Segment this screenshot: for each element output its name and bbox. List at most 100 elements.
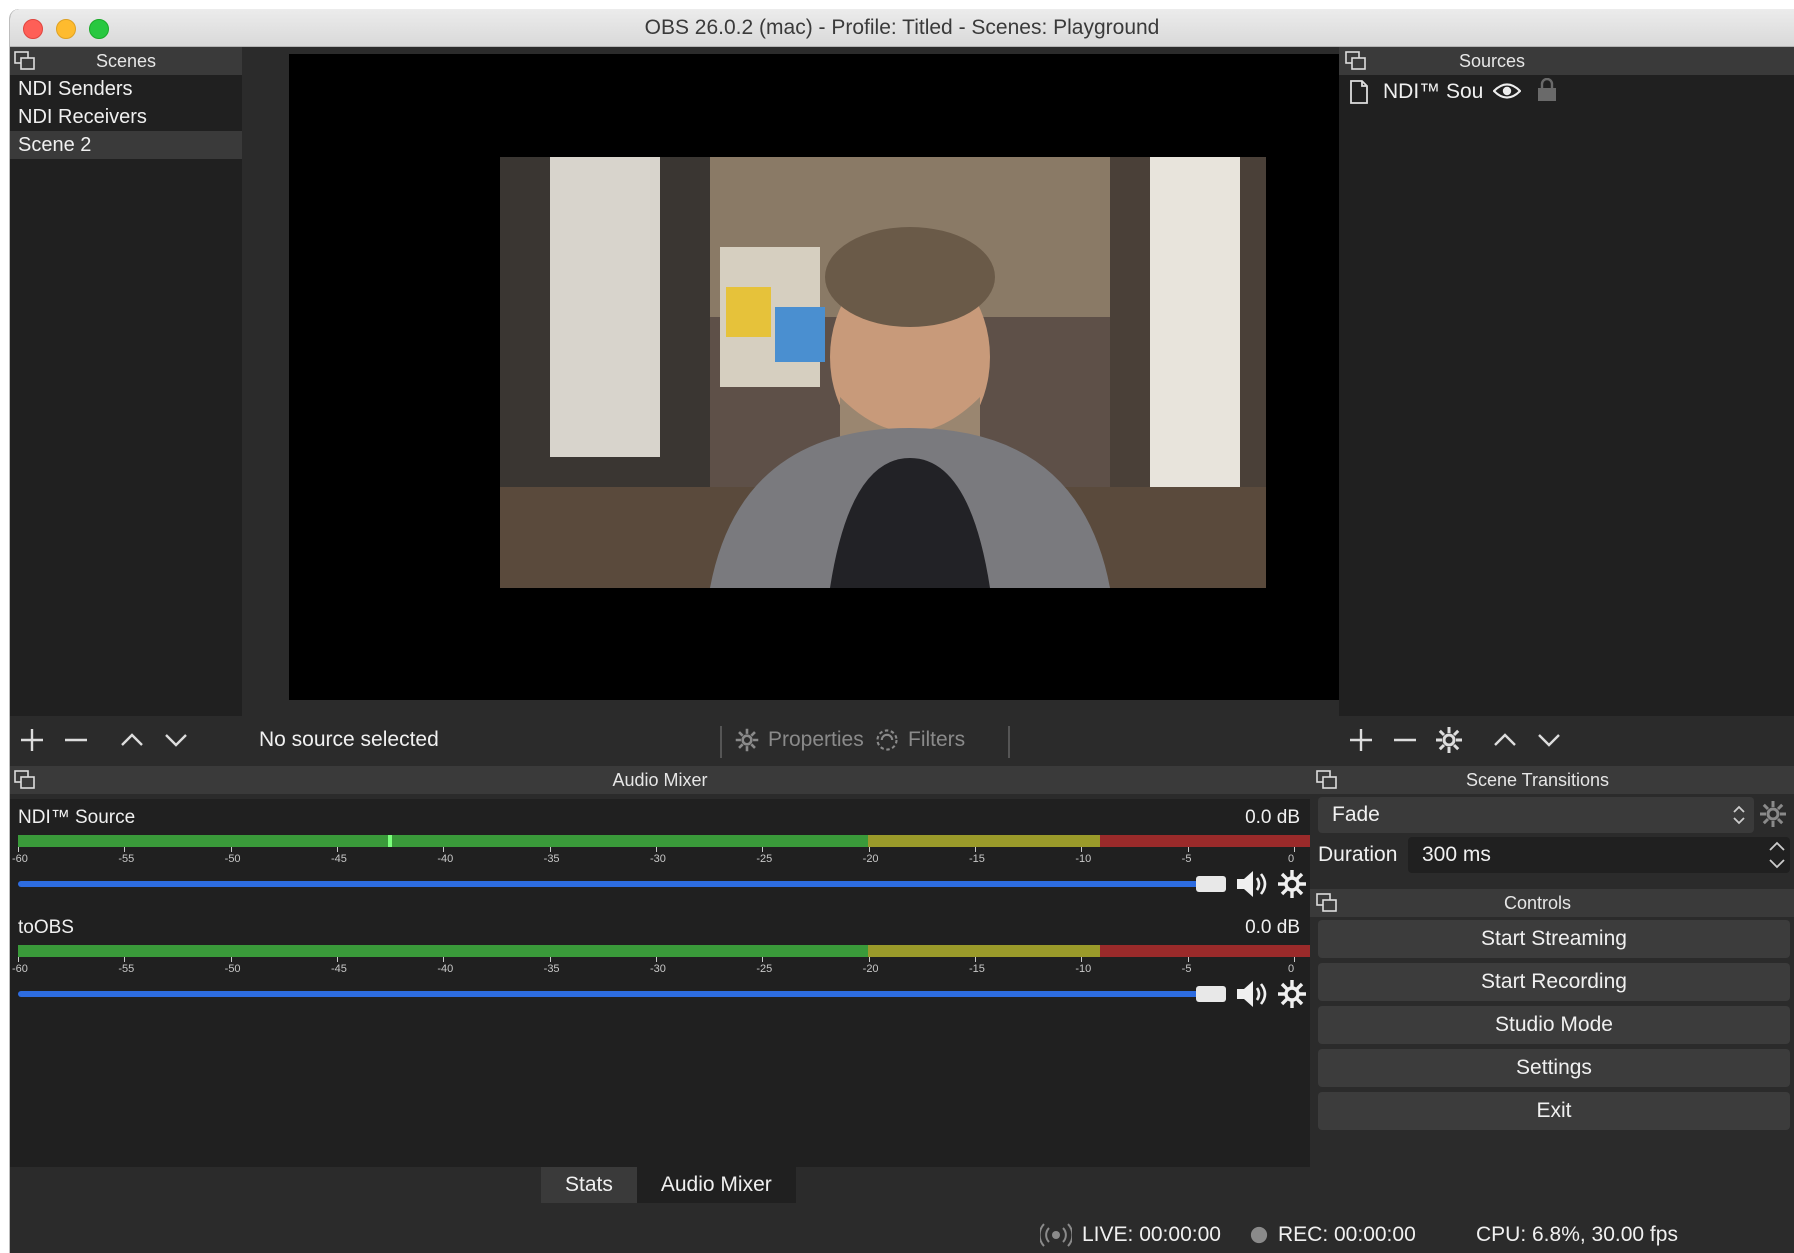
meter-tick bbox=[1187, 847, 1189, 852]
stepper-arrows-icon bbox=[1733, 805, 1745, 825]
move-source-up-button[interactable] bbox=[1483, 720, 1527, 760]
volume-slider-handle[interactable] bbox=[1196, 986, 1226, 1002]
source-item-label: NDI™ Sou bbox=[1383, 80, 1484, 103]
volume-slider[interactable] bbox=[18, 991, 1218, 997]
live-timer: LIVE: 00:00:00 bbox=[1082, 1223, 1221, 1246]
exit-button[interactable]: Exit bbox=[1318, 1092, 1790, 1130]
scene-item-scene-2[interactable]: Scene 2 bbox=[10, 131, 242, 159]
start-recording-button[interactable]: Start Recording bbox=[1318, 963, 1790, 1001]
undock-icon[interactable] bbox=[14, 51, 36, 71]
cpu-status: CPU: 6.8%, 30.00 fps bbox=[1476, 1223, 1678, 1247]
source-toolbar: No source selected Properties Filters bbox=[242, 716, 1339, 764]
duration-input[interactable]: 300 ms bbox=[1408, 837, 1790, 873]
add-scene-button[interactable] bbox=[10, 720, 54, 760]
scenes-dock-title: Scenes bbox=[10, 47, 242, 75]
meter-tick bbox=[656, 847, 657, 852]
channel-name: NDI™ Source bbox=[18, 807, 136, 828]
move-source-down-button[interactable] bbox=[1527, 720, 1571, 760]
meter-tick-label: 0 bbox=[1288, 963, 1295, 975]
meter-tick-label: -20 bbox=[862, 853, 879, 865]
meter-tick-label: -15 bbox=[969, 853, 985, 865]
meter-tick bbox=[868, 847, 870, 852]
transition-select[interactable]: Fade bbox=[1318, 797, 1754, 833]
meter-tick bbox=[1294, 847, 1295, 852]
undock-icon[interactable] bbox=[1345, 51, 1367, 71]
sources-title: Sources bbox=[1458, 50, 1526, 71]
mute-toggle[interactable] bbox=[1234, 867, 1270, 901]
audio-mixer-dock-title: Audio Mixer bbox=[10, 766, 1310, 794]
duration-value: 300 ms bbox=[1422, 843, 1491, 866]
audio-mixer-panel: NDI™ Source 0.0 dB -60 -55 -50 -45 -40 -35 -30… bbox=[10, 799, 1310, 1167]
video-frame[interactable] bbox=[500, 157, 1266, 588]
scene-item-ndi-senders[interactable]: NDI Senders bbox=[10, 75, 242, 103]
duration-label: Duration bbox=[1318, 843, 1398, 866]
meter-tick-label: -25 bbox=[756, 853, 773, 865]
toolbar-separator bbox=[1008, 726, 1010, 758]
meter-tick-label: -10 bbox=[1075, 963, 1092, 975]
sources-list: NDI™ Sou bbox=[1339, 75, 1794, 716]
undock-icon[interactable] bbox=[1316, 770, 1338, 790]
undock-icon[interactable] bbox=[1316, 893, 1338, 913]
plus-icon bbox=[1350, 729, 1372, 751]
meter-tick-label: -30 bbox=[650, 853, 666, 865]
meter-tick-label: -50 bbox=[224, 963, 241, 975]
mute-toggle[interactable] bbox=[1234, 977, 1270, 1011]
meter-tick-label: -60 bbox=[12, 853, 28, 865]
lock-icon[interactable] bbox=[1537, 78, 1557, 102]
filters-label: Filters bbox=[908, 728, 966, 751]
filters-button[interactable]: Filters bbox=[874, 722, 965, 758]
meter-scale: -60 -55 -50 -45 -40 -35 -30 -25 -20 -15 -10 -5 0 bbox=[12, 957, 1310, 981]
volume-slider[interactable] bbox=[18, 881, 1218, 887]
remove-source-button[interactable] bbox=[1383, 720, 1427, 760]
scene-transitions-dock-title: Scene Transitions bbox=[1310, 766, 1794, 794]
live-status: LIVE: 00:00:00 bbox=[1040, 1223, 1221, 1247]
meter-tick bbox=[443, 847, 445, 852]
meter-scale: -60 -55 -50 -45 -40 -35 -30 -25 -20 -15 -10 -5 0 bbox=[12, 847, 1310, 871]
obs-window: OBS 26.0.2 (mac) - Profile: Titled - Sce… bbox=[9, 9, 1794, 1253]
chevron-up-icon bbox=[121, 733, 143, 746]
transition-settings-button[interactable] bbox=[1758, 799, 1790, 831]
status-bar: LIVE: 00:00:00 REC: 00:00:00 CPU: 6.8%, … bbox=[10, 1217, 1794, 1253]
tab-stats[interactable]: Stats bbox=[541, 1167, 637, 1203]
add-source-button[interactable] bbox=[1339, 720, 1383, 760]
meter-tick bbox=[18, 847, 19, 852]
stepper-arrows-icon[interactable] bbox=[1768, 840, 1786, 870]
properties-button[interactable]: Properties bbox=[734, 722, 864, 758]
meter-tick bbox=[337, 847, 338, 852]
move-scene-up-button[interactable] bbox=[110, 720, 154, 760]
channel-db: 0.0 dB bbox=[1245, 917, 1300, 938]
channel-settings-button[interactable] bbox=[1274, 867, 1310, 901]
source-properties-button[interactable] bbox=[1427, 720, 1471, 760]
channel-name: toOBS bbox=[18, 917, 74, 938]
meter-tick-label: -45 bbox=[331, 853, 347, 865]
meter-tick-label: -35 bbox=[543, 963, 560, 975]
meter-tick-label: -55 bbox=[118, 963, 135, 975]
chevron-up-icon bbox=[1494, 733, 1516, 746]
remove-scene-button[interactable] bbox=[54, 720, 98, 760]
controls-dock-title: Controls bbox=[1310, 889, 1794, 917]
studio-mode-button[interactable]: Studio Mode bbox=[1318, 1006, 1790, 1044]
gear-icon bbox=[1278, 980, 1306, 1008]
rec-status: REC: 00:00:00 bbox=[1250, 1223, 1416, 1247]
settings-button[interactable]: Settings bbox=[1318, 1049, 1790, 1087]
channel-settings-button[interactable] bbox=[1274, 977, 1310, 1011]
move-scene-down-button[interactable] bbox=[154, 720, 198, 760]
meter-tick-label: -10 bbox=[1075, 853, 1092, 865]
cpu-fps-readout: CPU: 6.8%, 30.00 fps bbox=[1476, 1223, 1678, 1246]
tab-audio-mixer[interactable]: Audio Mixer bbox=[636, 1167, 796, 1203]
filters-icon bbox=[876, 729, 898, 751]
volume-slider-handle[interactable] bbox=[1196, 876, 1226, 892]
volume-meter bbox=[18, 835, 1310, 847]
start-streaming-button[interactable]: Start Streaming bbox=[1318, 920, 1790, 958]
eye-icon[interactable] bbox=[1493, 81, 1521, 101]
webcam-feed-image bbox=[500, 157, 1266, 588]
meter-tick-label: -25 bbox=[756, 963, 773, 975]
meter-tick-label: -40 bbox=[437, 963, 454, 975]
source-item-ndi[interactable]: NDI™ Sou bbox=[1339, 75, 1794, 111]
undock-icon[interactable] bbox=[14, 770, 36, 790]
meter-tick bbox=[762, 957, 764, 962]
meter-tick-label: -60 bbox=[12, 963, 28, 975]
scene-item-ndi-receivers[interactable]: NDI Receivers bbox=[10, 103, 242, 131]
channel-db: 0.0 dB bbox=[1245, 807, 1300, 828]
scenes-title: Scenes bbox=[95, 50, 157, 71]
